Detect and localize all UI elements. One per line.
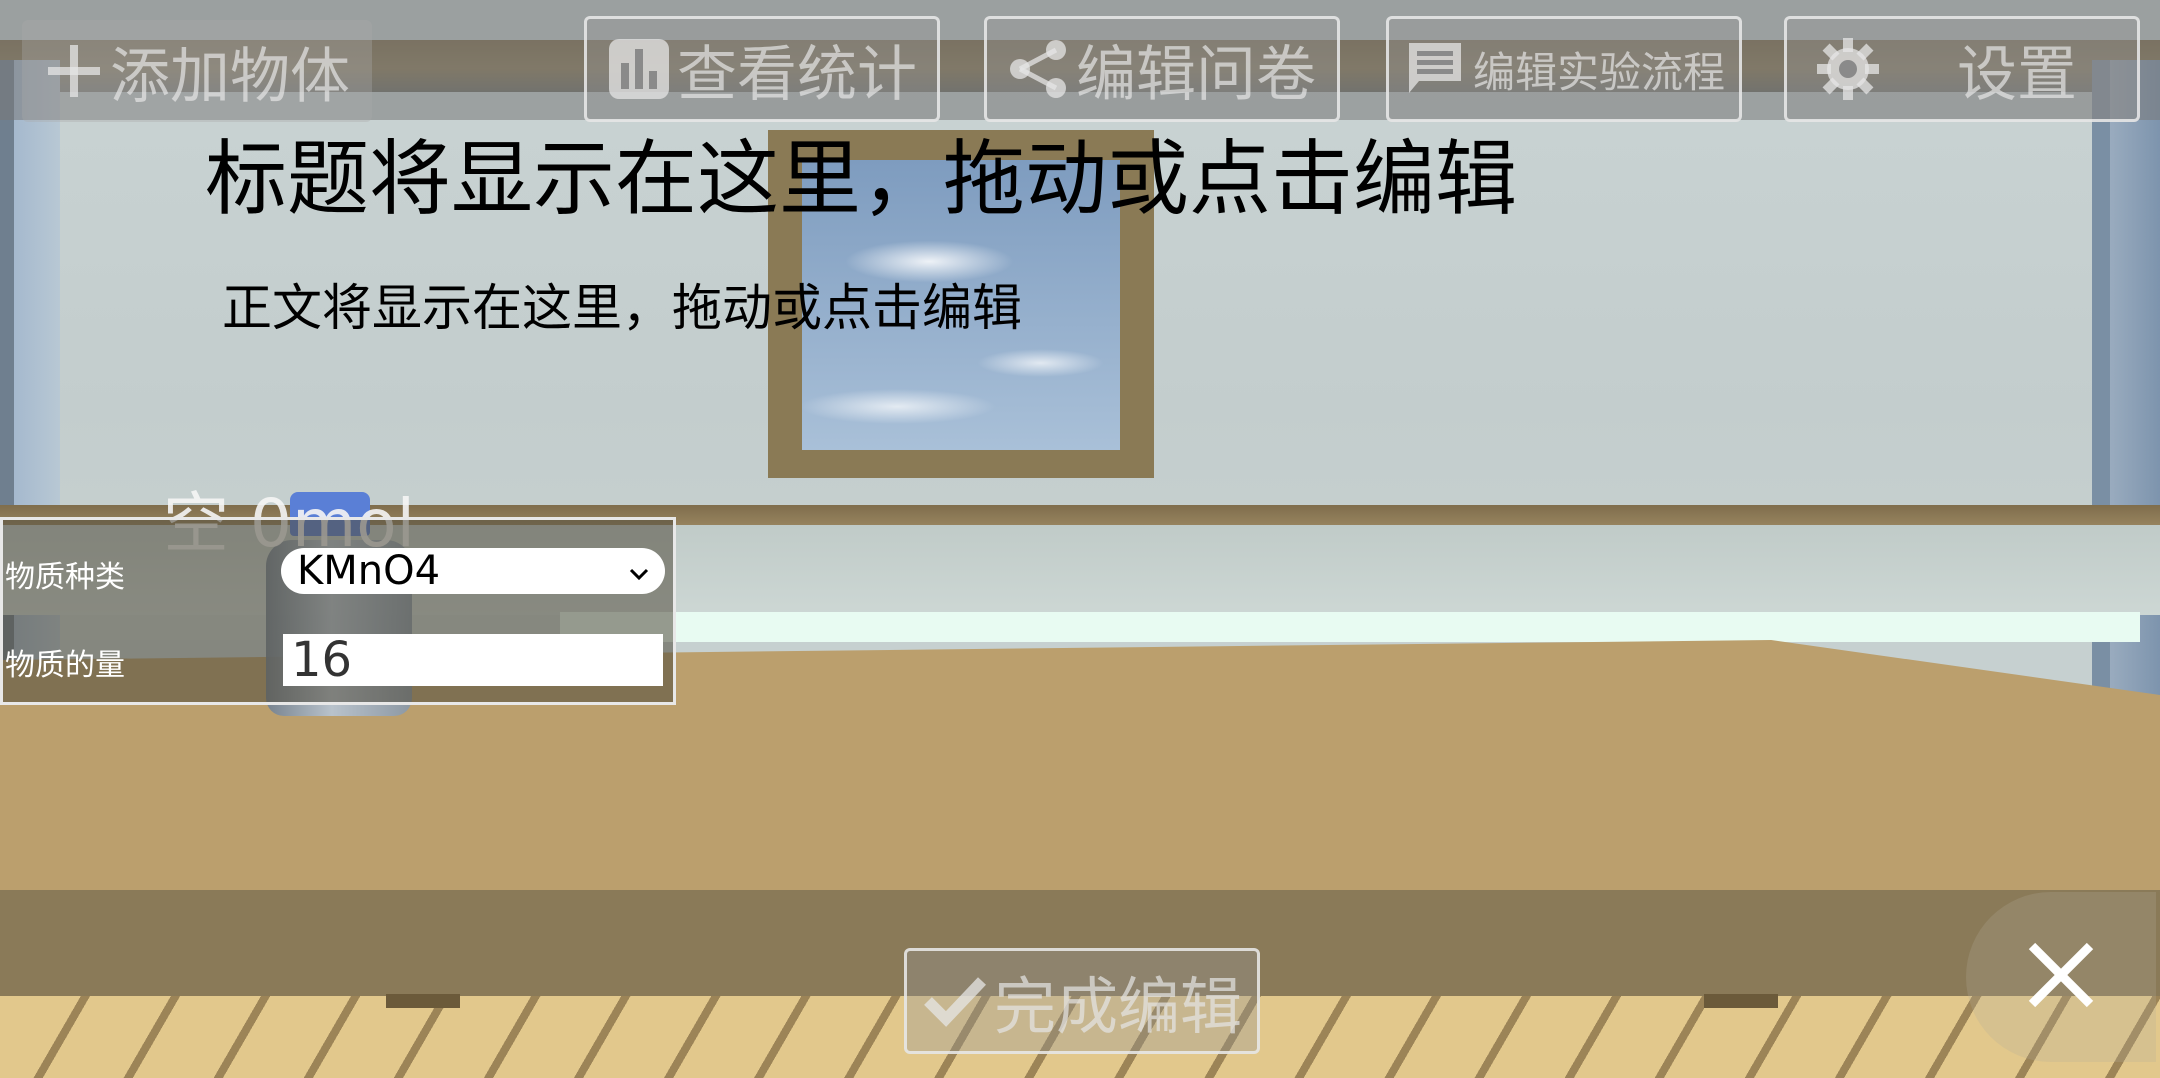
substance-type-select[interactable]: KMnO4 [281,548,665,594]
add-object-label: 添加物体 [110,41,350,112]
message-icon [1403,37,1467,101]
chevron-down-icon [625,554,653,600]
done-editing-label: 完成编辑 [993,970,1242,1043]
scene-3d-lab[interactable]: 添加物体 查看统计 编辑问卷 编辑实验流程 设置 标题将显示在这里，拖动或点击编… [0,0,2160,1078]
settings-label: 设置 [1957,39,2077,110]
settings-button[interactable]: 设置 [1784,16,2140,122]
substance-type-value: KMnO4 [297,548,441,594]
done-editing-button[interactable]: 完成编辑 [904,948,1260,1054]
light-strip [560,612,2140,642]
substance-amount-input[interactable]: 16 [283,632,663,688]
plus-icon [44,41,104,101]
share-icon [1008,38,1070,100]
table-leg-right [1704,994,1778,1008]
add-object-button[interactable]: 添加物体 [22,20,372,122]
edit-questionnaire-button[interactable]: 编辑问卷 [984,16,1340,122]
close-button[interactable] [1966,892,2156,1062]
close-icon [2026,940,2096,1014]
page-title[interactable]: 标题将显示在这里，拖动或点击编辑 [205,112,1517,231]
substance-amount-label: 物质的量 [5,648,125,683]
edit-questionnaire-label: 编辑问卷 [1076,39,1316,110]
page-body[interactable]: 正文将显示在这里，拖动或点击编辑 [222,268,1022,340]
property-panel: 物质种类 KMnO4 物质的量 16 [0,517,676,705]
table-leg-left [386,994,460,1008]
bar-chart-icon [607,37,671,101]
gear-icon [1815,36,1881,102]
edit-flow-label: 编辑实验流程 [1472,47,1725,97]
view-stats-button[interactable]: 查看统计 [584,16,940,122]
substance-type-label: 物质种类 [5,560,125,595]
edit-flow-button[interactable]: 编辑实验流程 [1386,16,1742,122]
check-icon [922,971,988,1031]
view-stats-label: 查看统计 [677,39,917,110]
